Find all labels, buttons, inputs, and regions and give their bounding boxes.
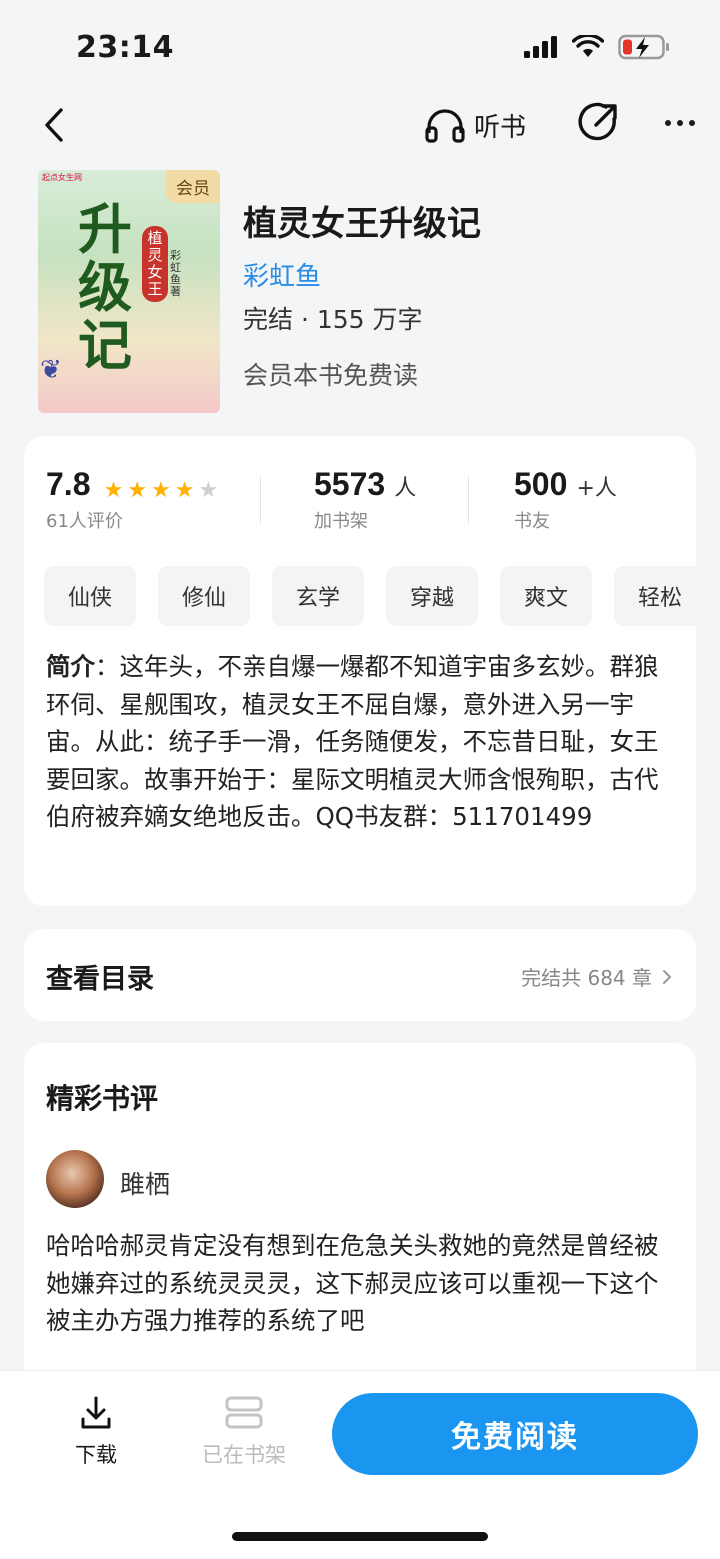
tag-chip[interactable]: 轻松 (614, 566, 696, 626)
status-bar: 23:14 (0, 0, 720, 90)
book-title: 植灵女王升级记 (243, 204, 481, 244)
shelf-count: 5573 (314, 466, 386, 502)
star-filled-icon: ★ (151, 477, 171, 503)
member-free-read-text: 会员本书免费读 (243, 361, 419, 390)
tag-list: 仙侠 修仙 玄学 穿越 爽文 轻松 (44, 566, 696, 626)
share-icon (578, 102, 617, 141)
stat-divider (468, 476, 469, 524)
cellular-signal-icon (524, 36, 557, 58)
status-time: 23:14 (76, 30, 174, 65)
member-badge: 会员 (166, 170, 220, 203)
shelf-label: 加书架 (314, 511, 368, 532)
tag-chip[interactable]: 爽文 (500, 566, 592, 626)
listen-button[interactable]: 听书 (424, 103, 526, 147)
author-link[interactable]: 彩虹鱼 (243, 256, 321, 293)
friends-count: 500 (514, 466, 568, 502)
book-info-card: 7.8 ★ ★ ★ ★ ★ 61人评价 5573 人 加书架 500 +人 书友… (24, 436, 696, 906)
rating-value: 7.8 (46, 466, 91, 502)
cover-subtitle: 植灵女王 (142, 226, 168, 302)
intro-label: 简介 (46, 652, 95, 681)
bottom-action-bar: 下载 已在书架 免费阅读 (0, 1370, 720, 1559)
toc-status: 完结共 684 章 (521, 962, 672, 991)
cover-title-art: 升级记 (78, 197, 132, 377)
stat-divider (260, 476, 261, 524)
friends-unit: +人 (576, 476, 617, 501)
star-filled-icon: ★ (127, 477, 148, 503)
avatar[interactable] (46, 1150, 104, 1208)
dot-icon (677, 120, 683, 126)
shelf-unit: 人 (394, 476, 417, 501)
back-button[interactable] (36, 103, 72, 147)
chevron-left-icon (45, 108, 63, 142)
chapter-count: 完结共 684 章 (521, 966, 652, 990)
star-filled-icon: ★ (174, 477, 195, 503)
wifi-icon (572, 35, 604, 57)
nav-bar: 听书 (0, 95, 720, 155)
toc-label: 查看目录 (46, 964, 154, 995)
table-of-contents-row[interactable]: 查看目录 完结共 684 章 (24, 929, 696, 1021)
tag-chip[interactable]: 穿越 (386, 566, 478, 626)
reviewer-name[interactable]: 雎栖 (120, 1165, 170, 1201)
cover-publisher-logo: 起点女生网 (42, 173, 82, 182)
on-shelf-label: 已在书架 (202, 1443, 286, 1467)
tag-chip[interactable]: 玄学 (272, 566, 364, 626)
battery-low-charging-icon (618, 34, 669, 60)
status-icons (524, 34, 670, 60)
friends-stat[interactable]: 500 +人 书友 (514, 466, 617, 533)
reviews-title: 精彩书评 (46, 1082, 159, 1115)
more-options-button[interactable] (658, 101, 702, 145)
tag-chip[interactable]: 仙侠 (44, 566, 136, 626)
tag-chip[interactable]: 修仙 (158, 566, 250, 626)
cover-author-mark: 彩虹鱼著 (170, 249, 181, 298)
shelf-stat: 5573 人 加书架 (314, 466, 416, 533)
rating-stars: ★ ★ ★ ★ ★ (103, 477, 219, 503)
listen-label: 听书 (474, 112, 527, 143)
star-empty-icon: ★ (198, 477, 219, 503)
book-cover[interactable]: 起点女生网 升级记 植灵女王 彩虹鱼著 ❦ 会员 (38, 170, 220, 413)
book-status-wordcount: 完结 · 155 万字 (243, 305, 423, 334)
bookshelf-icon (225, 1396, 263, 1429)
share-button[interactable] (576, 101, 620, 145)
review-text[interactable]: 哈哈哈郝灵肯定没有想到在危急关头救她的竟然是曾经被她嫌弃过的系统灵灵灵，这下郝灵… (46, 1227, 680, 1340)
download-label: 下载 (75, 1443, 117, 1467)
home-indicator (232, 1532, 488, 1541)
dot-icon (665, 120, 671, 126)
rating-count-label: 61人评价 (46, 511, 123, 532)
chevron-right-icon (663, 969, 672, 984)
download-icon (81, 1396, 111, 1429)
dot-icon (689, 120, 695, 126)
download-button[interactable]: 下载 (62, 1395, 130, 1469)
rating-stat[interactable]: 7.8 ★ ★ ★ ★ ★ 61人评价 (46, 466, 218, 533)
intro-text: ：这年头，不亲自爆一爆都不知道宇宙多玄妙。群狼环伺、星舰围攻，植灵女王不屈自爆，… (46, 652, 659, 831)
butterfly-icon: ❦ (40, 355, 62, 385)
book-header: 起点女生网 升级记 植灵女王 彩虹鱼著 ❦ 会员 植灵女王升级记 彩虹鱼 完结 … (38, 170, 698, 415)
on-shelf-button[interactable]: 已在书架 (196, 1395, 292, 1469)
book-intro[interactable]: 简介：这年头，不亲自爆一爆都不知道宇宙多玄妙。群狼环伺、星舰围攻，植灵女王不屈自… (46, 648, 678, 836)
free-read-button[interactable]: 免费阅读 (332, 1393, 698, 1475)
friends-label: 书友 (514, 511, 550, 532)
star-filled-icon: ★ (103, 477, 124, 503)
headphones-icon (425, 109, 465, 143)
